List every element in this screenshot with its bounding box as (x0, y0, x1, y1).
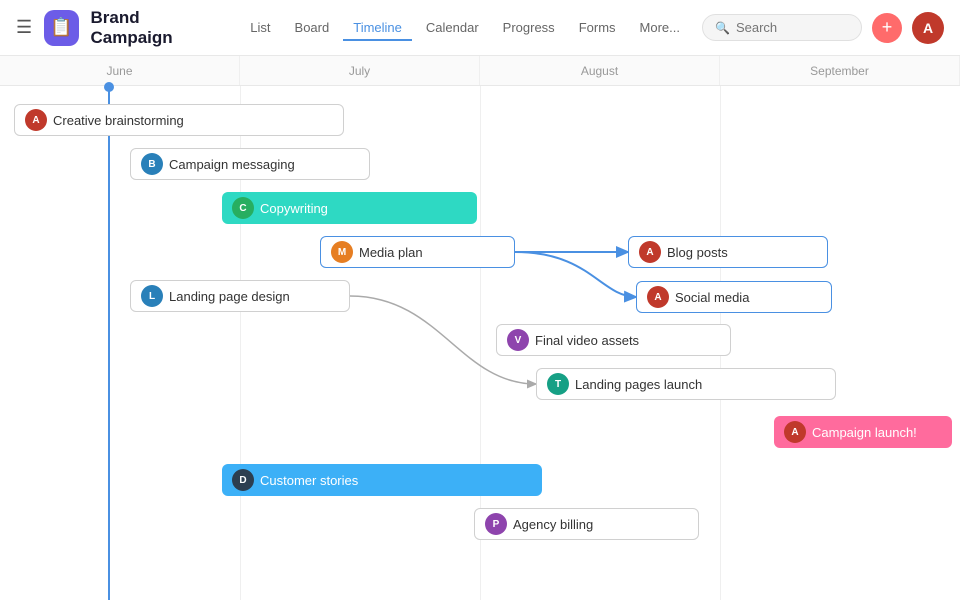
task-campaign-launch[interactable]: A Campaign launch! (774, 416, 952, 448)
task-label-messaging: Campaign messaging (169, 157, 295, 172)
task-avatar-messaging: B (141, 153, 163, 175)
task-avatar-media: M (331, 241, 353, 263)
task-avatar-launch: T (547, 373, 569, 395)
task-avatar-creative: A (25, 109, 47, 131)
task-social-media[interactable]: A Social media (636, 281, 832, 313)
month-july: July (240, 56, 480, 85)
task-label-copywriting: Copywriting (260, 201, 328, 216)
task-label-landing-design: Landing page design (169, 289, 290, 304)
task-copywriting[interactable]: C Copywriting (222, 192, 477, 224)
task-avatar-video: V (507, 329, 529, 351)
tab-calendar[interactable]: Calendar (416, 14, 489, 41)
tab-forms[interactable]: Forms (569, 14, 626, 41)
hamburger-icon[interactable]: ☰ (16, 17, 32, 38)
month-september: September (720, 56, 960, 85)
task-label-customer: Customer stories (260, 473, 358, 488)
app-icon: 📋 (44, 10, 78, 46)
app-icon-glyph: 📋 (50, 17, 72, 38)
task-media-plan[interactable]: M Media plan (320, 236, 515, 268)
timeline-body: A Creative brainstorming B Campaign mess… (0, 86, 960, 600)
avatar: A (912, 12, 944, 44)
tab-list[interactable]: List (240, 14, 280, 41)
task-label-creative: Creative brainstorming (53, 113, 184, 128)
task-avatar-copywriting: C (232, 197, 254, 219)
today-line (108, 86, 110, 600)
nav-tabs: List Board Timeline Calendar Progress Fo… (240, 14, 690, 41)
task-campaign-messaging[interactable]: B Campaign messaging (130, 148, 370, 180)
month-august: August (480, 56, 720, 85)
timeline-container: June July August September (0, 56, 960, 600)
header: ☰ 📋 Brand Campaign List Board Timeline C… (0, 0, 960, 56)
today-dot (104, 82, 114, 92)
month-headers: June July August September (0, 56, 960, 86)
task-label-blog: Blog posts (667, 245, 728, 260)
task-avatar-agency: P (485, 513, 507, 535)
search-input[interactable] (736, 20, 846, 35)
tab-timeline[interactable]: Timeline (343, 14, 412, 41)
task-avatar-social: A (647, 286, 669, 308)
task-creative-brainstorming[interactable]: A Creative brainstorming (14, 104, 344, 136)
search-icon: 🔍 (715, 21, 730, 35)
task-label-social: Social media (675, 290, 749, 305)
task-avatar-blog: A (639, 241, 661, 263)
task-label-media: Media plan (359, 245, 423, 260)
tab-progress[interactable]: Progress (493, 14, 565, 41)
project-title: Brand Campaign (91, 8, 221, 48)
tab-board[interactable]: Board (285, 14, 340, 41)
month-june: June (0, 56, 240, 85)
task-agency-billing[interactable]: P Agency billing (474, 508, 699, 540)
tab-more[interactable]: More... (630, 14, 690, 41)
header-right: 🔍 + A (702, 12, 944, 44)
task-avatar-landing-design: L (141, 285, 163, 307)
task-avatar-customer: D (232, 469, 254, 491)
task-label-agency: Agency billing (513, 517, 593, 532)
task-label-video: Final video assets (535, 333, 639, 348)
task-label-campaign-launch: Campaign launch! (812, 425, 917, 440)
task-landing-launch[interactable]: T Landing pages launch (536, 368, 836, 400)
search-box[interactable]: 🔍 (702, 14, 862, 41)
task-avatar-campaign-launch: A (784, 421, 806, 443)
task-customer-stories[interactable]: D Customer stories (222, 464, 542, 496)
task-landing-design[interactable]: L Landing page design (130, 280, 350, 312)
task-video-assets[interactable]: V Final video assets (496, 324, 731, 356)
task-blog-posts[interactable]: A Blog posts (628, 236, 828, 268)
task-label-launch: Landing pages launch (575, 377, 702, 392)
add-button[interactable]: + (872, 13, 902, 43)
